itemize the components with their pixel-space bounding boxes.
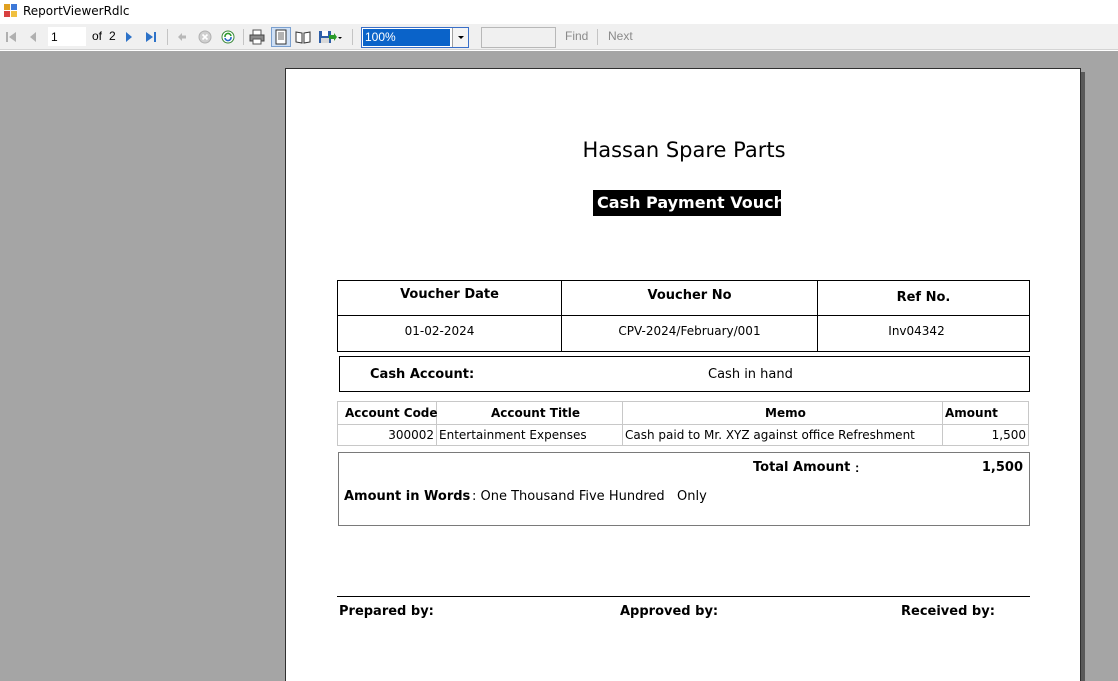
amount-in-words-label: Amount in Words [344,489,471,504]
first-page-icon[interactable] [4,27,18,47]
zoom-select[interactable]: 100% [361,27,469,48]
print-icon[interactable] [248,27,266,47]
received-by-label: Received by: [901,604,995,619]
find-link[interactable]: Find [565,29,588,43]
cash-account-label: Cash Account: [370,367,475,382]
approved-by-label: Approved by: [620,604,719,619]
last-page-icon[interactable] [144,27,158,47]
total-pages-label: 2 [109,29,116,43]
print-layout-icon[interactable] [271,27,291,47]
column-header-amount: Amount [945,406,998,420]
zoom-value: 100% [363,29,450,46]
stop-icon[interactable] [197,27,213,47]
prepared-by-label: Prepared by: [339,604,434,619]
report-viewport[interactable]: Hassan Spare Parts Cash Payment Vouche V… [0,51,1118,681]
total-amount-colon: : [855,460,860,475]
of-label: of [92,29,103,43]
total-amount-label: Total Amount [753,460,851,475]
row-account-title: Entertainment Expenses [439,428,587,442]
totals-box: Total Amount : 1,500 Amount in Words : O… [338,452,1030,526]
voucher-title: Cash Payment Vouche [593,190,781,216]
signature-divider [337,596,1030,597]
voucher-no-value: CPV-2024/February/001 [618,324,761,338]
back-icon[interactable] [175,27,189,47]
find-next-link[interactable]: Next [608,29,633,43]
report-toolbar: of 2 100% Find Next [0,24,1118,50]
refresh-icon[interactable] [220,27,236,47]
company-name: Hassan Spare Parts [582,138,786,162]
header-label-voucher-no: Voucher No [647,288,732,303]
column-header-memo: Memo [765,406,806,420]
toolbar-separator [352,29,353,45]
voucher-header-table: Voucher Date Voucher No Ref No. 01-02-20… [337,280,1030,352]
export-icon[interactable] [317,27,343,47]
voucher-date-value: 01-02-2024 [404,324,475,338]
toolbar-separator [597,29,598,45]
report-page: Hassan Spare Parts Cash Payment Vouche V… [285,68,1081,681]
total-amount-value: 1,500 [981,460,1023,475]
line-items-table: Account Code Account Title Memo Amount 3… [337,401,1029,446]
find-input[interactable] [481,27,556,48]
cash-account-box: Cash Account: Cash in hand [339,356,1030,392]
column-header-account-code: Account Code [345,406,438,420]
row-memo: Cash paid to Mr. XYZ against office Refr… [625,428,915,442]
column-header-account-title: Account Title [491,406,581,420]
next-page-icon[interactable] [122,27,136,47]
amount-in-words-value: : One Thousand Five Hundred Only [472,489,707,504]
header-label-ref-no: Ref No. [896,290,951,305]
page-setup-icon[interactable] [294,27,312,47]
row-account-code: 300002 [388,428,434,442]
cash-account-value: Cash in hand [708,367,793,382]
row-amount: 1,500 [991,428,1026,442]
chevron-down-icon[interactable] [452,28,468,47]
ref-no-value: Inv04342 [888,324,945,338]
current-page-input[interactable] [48,27,86,46]
toolbar-separator [243,29,244,45]
header-label-voucher-date: Voucher Date [400,287,499,302]
title-bar: ReportViewerRdlc [0,0,1118,24]
app-icon [4,4,18,18]
window-title: ReportViewerRdlc [23,4,130,18]
previous-page-icon[interactable] [26,27,40,47]
toolbar-separator [167,29,168,45]
